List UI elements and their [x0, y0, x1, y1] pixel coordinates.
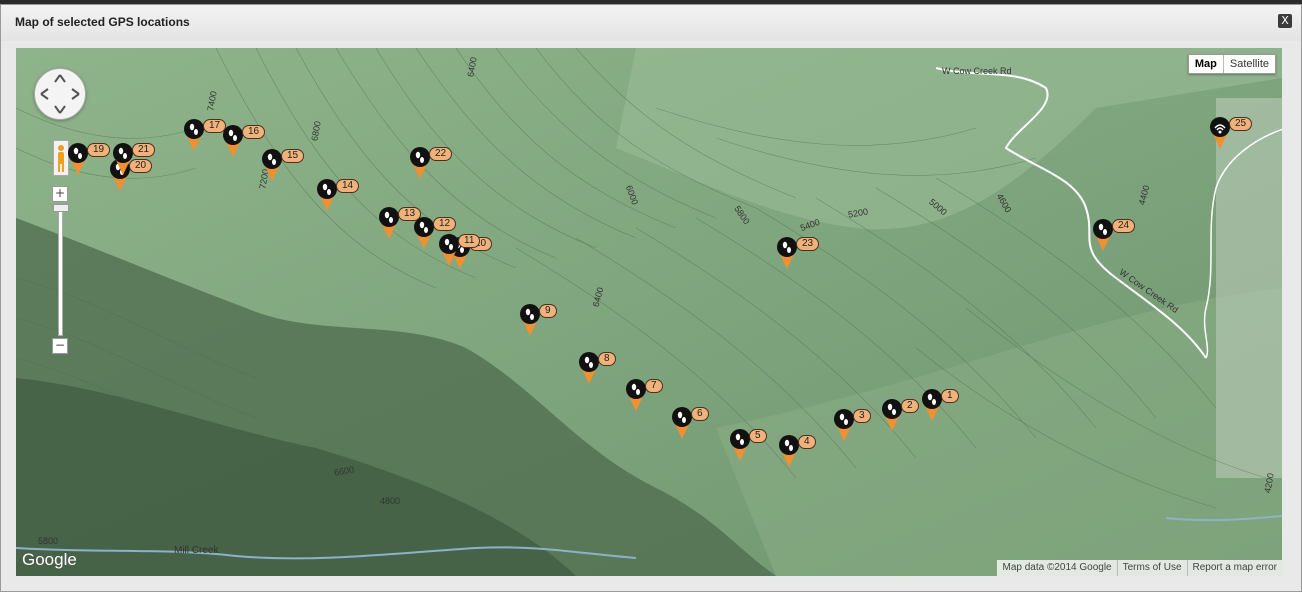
map-marker-25[interactable]: 25 — [1209, 116, 1253, 150]
marker-label: 21 — [132, 143, 156, 157]
footprint-icon — [626, 379, 646, 411]
map-marker-12[interactable]: 12 — [413, 216, 457, 250]
pan-arrows-icon — [40, 74, 80, 114]
map-marker-9[interactable]: 9 — [519, 303, 557, 337]
terms-link[interactable]: Terms of Use — [1116, 560, 1187, 576]
creek-label: Mill Creek — [174, 545, 219, 556]
map-marker-14[interactable]: 14 — [316, 178, 360, 212]
map-marker-17[interactable]: 17 — [183, 118, 227, 152]
dialog-title: Map of selected GPS locations — [15, 15, 190, 29]
marker-label: 13 — [398, 207, 422, 221]
map-marker-1[interactable]: 1 — [921, 388, 959, 422]
marker-label: 19 — [87, 143, 111, 157]
elevation-label: 5800 — [38, 536, 59, 546]
marker-label: 14 — [336, 179, 360, 193]
footprint-icon — [834, 409, 854, 441]
map-data-text: Map data ©2014 Google — [1002, 562, 1112, 573]
map-marker-2[interactable]: 2 — [881, 398, 919, 432]
map-marker-21[interactable]: 21 — [112, 142, 156, 176]
footprint-icon — [922, 389, 942, 421]
map-marker-11[interactable]: 11 — [438, 233, 481, 267]
map-marker-7[interactable]: 7 — [625, 378, 663, 412]
footprint-icon — [579, 352, 599, 384]
marker-label: 7 — [645, 379, 663, 393]
marker-label: 8 — [598, 352, 616, 366]
report-error-link[interactable]: Report a map error — [1186, 560, 1282, 576]
footprint-icon — [1093, 219, 1113, 251]
footprint-icon — [68, 143, 88, 175]
marker-label: 9 — [539, 304, 557, 318]
footprint-icon — [882, 399, 902, 431]
marker-label: 2 — [901, 399, 919, 413]
map-marker-22[interactable]: 22 — [409, 146, 453, 180]
marker-label: 25 — [1229, 117, 1253, 131]
marker-label: 22 — [429, 147, 453, 161]
map-marker-5[interactable]: 5 — [729, 428, 767, 462]
marker-label: 11 — [458, 234, 481, 248]
footprint-icon — [317, 179, 337, 211]
marker-label: 17 — [203, 119, 227, 133]
map-canvas[interactable]: W Cow Creek Rd W Cow Creek Rd Mill Creek… — [16, 48, 1282, 576]
footprint-icon — [520, 304, 540, 336]
map-type-control: Map Satellite — [1187, 54, 1276, 74]
map-type-map-button[interactable]: Map — [1189, 55, 1224, 73]
footprint-icon — [779, 435, 799, 467]
marker-label: 16 — [242, 125, 266, 139]
map-marker-16[interactable]: 16 — [222, 124, 266, 158]
map-marker-6[interactable]: 6 — [671, 406, 709, 440]
zoom-slider-track[interactable] — [58, 204, 63, 336]
footprint-icon — [223, 125, 243, 157]
pan-control[interactable] — [34, 68, 86, 120]
footprint-icon — [379, 207, 399, 239]
map-marker-24[interactable]: 24 — [1092, 218, 1136, 252]
marker-label: 3 — [853, 409, 871, 423]
road-label-top: W Cow Creek Rd — [942, 66, 1012, 76]
marker-label: 5 — [749, 429, 767, 443]
map-type-satellite-button[interactable]: Satellite — [1224, 55, 1275, 73]
marker-label: 23 — [796, 237, 820, 251]
marker-label: 6 — [691, 407, 709, 421]
zoom-in-button[interactable]: + — [52, 186, 68, 202]
map-marker-4[interactable]: 4 — [778, 434, 816, 468]
zoom-out-button[interactable]: − — [52, 338, 68, 354]
map-marker-13[interactable]: 13 — [378, 206, 422, 240]
map-marker-19[interactable]: 19 — [67, 142, 111, 176]
map-marker-8[interactable]: 8 — [578, 351, 616, 385]
zoom-control: + − — [52, 186, 69, 356]
footprint-icon — [730, 429, 750, 461]
close-button[interactable]: X — [1278, 14, 1292, 28]
zoom-slider-thumb[interactable] — [53, 204, 69, 212]
marker-label: 15 — [281, 149, 305, 163]
map-marker-15[interactable]: 15 — [261, 148, 305, 182]
google-logo: Google — [22, 550, 77, 569]
marker-label: 12 — [433, 217, 457, 231]
footprint-icon — [777, 237, 797, 269]
footprint-icon — [439, 234, 459, 266]
elevation-label: 4800 — [380, 496, 401, 506]
footprint-icon — [414, 217, 434, 249]
marker-label: 1 — [941, 389, 959, 403]
footprint-icon — [184, 119, 204, 151]
footprint-icon — [672, 407, 692, 439]
footprint-icon — [262, 149, 282, 181]
marker-label: 4 — [798, 435, 816, 449]
gps-map-dialog: Map of selected GPS locations X W Cow Cr… — [0, 4, 1302, 592]
footprint-icon — [410, 147, 430, 179]
map-marker-3[interactable]: 3 — [833, 408, 871, 442]
wifi-icon — [1210, 117, 1230, 149]
marker-label: 24 — [1112, 219, 1136, 233]
map-marker-23[interactable]: 23 — [776, 236, 820, 270]
dialog-titlebar: Map of selected GPS locations X — [1, 5, 1301, 41]
footprint-icon — [113, 143, 133, 175]
map-attribution: Map data ©2014 Google Terms of Use Repor… — [997, 560, 1282, 576]
